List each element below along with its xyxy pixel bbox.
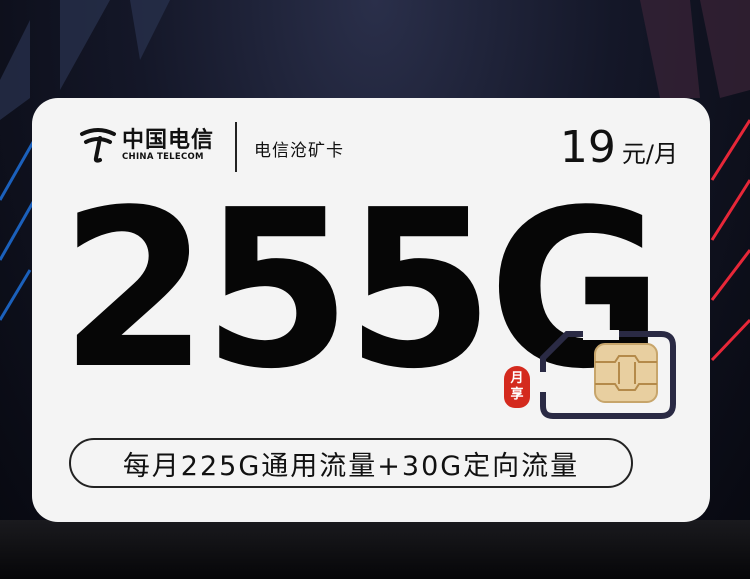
sim-card-icon [539,330,676,419]
china-telecom-logo-icon [80,128,116,163]
badge-line1: 月 [510,371,524,386]
floor [0,520,750,579]
brand-name-en: CHINA TELECOM [122,152,204,162]
badge-line2: 享 [510,387,524,402]
brand-name-cn: 中国电信 [122,128,215,153]
plan-description: 每月225G通用流量+30G定向流量 [69,438,633,488]
product-card: 中国电信 CHINA TELECOM 电信沧矿卡 19 元/月 255G 月 享 … [32,98,710,522]
monthly-badge: 月 享 [504,366,530,408]
plan-name: 电信沧矿卡 [254,141,344,161]
